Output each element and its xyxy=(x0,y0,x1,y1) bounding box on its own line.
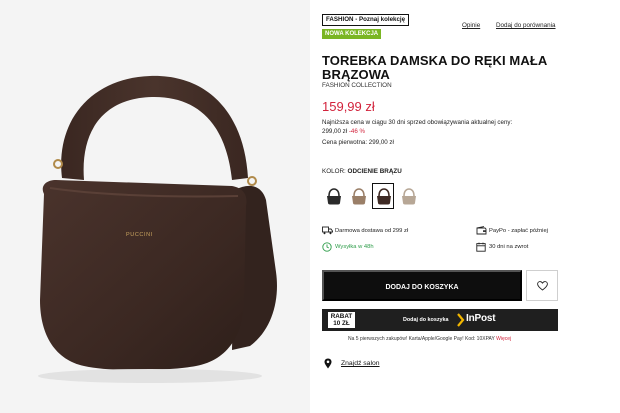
product-info-panel: FASHION - Poznaj kolekcję Opinie Dodaj d… xyxy=(322,0,620,413)
lowest-price-value: 299,00 zł xyxy=(322,127,348,135)
product-image-gallery[interactable]: PUCCINI xyxy=(0,0,310,413)
rabat-line1: RABAT xyxy=(330,313,353,320)
swatch-bag-thumbnail xyxy=(327,188,341,205)
handbag-photo: PUCCINI xyxy=(38,75,277,383)
add-to-cart-button[interactable]: DODAJ DO KOSZYKA xyxy=(322,270,522,301)
find-store-label: Znajdź salon xyxy=(341,360,380,367)
inpost-logo-text: InPost xyxy=(466,313,496,324)
top-links-bar: FASHION - Poznaj kolekcję Opinie Dodaj d… xyxy=(322,14,562,29)
collection-badge[interactable]: FASHION - Poznaj kolekcję xyxy=(322,14,410,26)
wallet-icon xyxy=(476,226,487,235)
color-swatch-taupe[interactable] xyxy=(347,183,369,209)
bag-logo: PUCCINI xyxy=(126,232,153,238)
promo-message: Na 5 pierwszych zakupów! Karta/Apple/Goo… xyxy=(348,336,495,342)
color-value: ODCIENIE BRĄZU xyxy=(347,168,402,175)
truck-icon xyxy=(322,226,333,235)
perks-list: Darmowa dostawa od 299 zł Wysyłka w 48h … xyxy=(322,226,558,256)
map-pin-icon xyxy=(324,358,332,369)
color-label: KOLOR: ODCIENIE BRĄZU xyxy=(322,168,402,175)
product-price: 159,99 zł xyxy=(322,99,375,114)
swatch-bag-thumbnail xyxy=(377,188,391,205)
promo-text: Na 5 pierwszych zakupów! Karta/Apple/Goo… xyxy=(348,336,511,342)
inpost-pay-button[interactable]: RABAT 10 ZŁ Dodaj do koszyka InPost xyxy=(322,309,558,331)
product-brand: FASHION COLLECTION xyxy=(322,82,392,89)
clock-icon xyxy=(322,242,332,252)
discount-percent: -46 % xyxy=(348,127,366,135)
swatch-bag-thumbnail xyxy=(352,188,366,205)
perk-shipping-text: Wysyłka w 48h xyxy=(335,244,374,250)
color-swatch-beige[interactable] xyxy=(397,183,419,209)
perk-delivery-text: Darmowa dostawa od 299 zł xyxy=(335,228,409,234)
calendar-icon xyxy=(476,242,486,252)
swatch-bag-thumbnail xyxy=(402,188,416,205)
rabat-line2: 10 ZŁ xyxy=(333,320,350,327)
product-title: TOREBKA DAMSKA DO RĘKI MAŁA BRĄZOWA xyxy=(322,53,547,82)
heart-icon xyxy=(537,281,548,291)
color-swatch-dark-brown[interactable] xyxy=(372,183,394,209)
new-collection-badge: NOWA KOLEKCJA xyxy=(322,29,382,39)
perk-paypo-text: PayPo - zapłać później xyxy=(489,228,548,234)
reviews-link[interactable]: Opinie xyxy=(462,22,480,29)
lowest-price-info: Najniższa cena w ciągu 30 dni sprzed obo… xyxy=(322,119,552,136)
first-price: Cena pierwotna: 299,00 zł xyxy=(322,139,394,146)
rabat-badge: RABAT 10 ZŁ xyxy=(328,312,355,328)
color-swatch-black[interactable] xyxy=(322,183,344,209)
promo-more-link[interactable]: Więcej xyxy=(496,336,511,342)
lowest-price-text: Najniższa cena w ciągu 30 dni sprzed obo… xyxy=(322,119,513,126)
inpost-add-label: Dodaj do koszyka xyxy=(403,317,449,323)
color-label-prefix: KOLOR: xyxy=(322,168,346,175)
wishlist-button[interactable] xyxy=(526,270,558,301)
perk-returns-text: 30 dni na zwrot xyxy=(489,244,529,250)
compare-link[interactable]: Dodaj do porównania xyxy=(496,22,556,29)
